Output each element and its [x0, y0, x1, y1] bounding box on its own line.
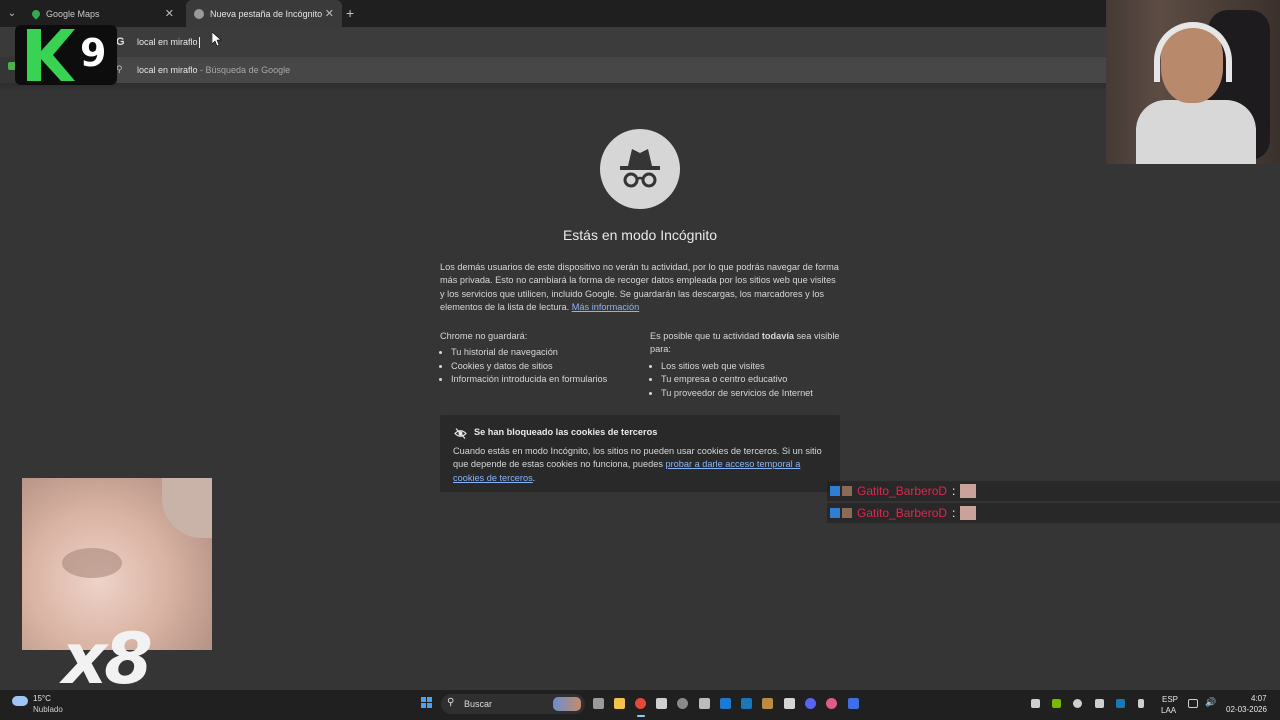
- clock-time[interactable]: 4:07: [1251, 694, 1267, 703]
- emote-icon: [960, 506, 977, 520]
- stream-logo: 9: [15, 25, 117, 85]
- game-icon[interactable]: [762, 698, 773, 709]
- language-indicator[interactable]: ESP: [1162, 695, 1178, 704]
- chat-username: Gatito_BarberoD: [857, 506, 948, 520]
- address-input[interactable]: local en miraflo: [137, 37, 200, 49]
- volume-icon[interactable]: 🔊: [1205, 697, 1216, 708]
- emote-icon: [960, 484, 977, 498]
- cloud-icon[interactable]: [12, 696, 28, 706]
- nvidia-icon[interactable]: [1052, 699, 1061, 708]
- chrome-icon[interactable]: [635, 698, 646, 709]
- list-item: Información introducida en formularios: [451, 373, 640, 386]
- steam-icon[interactable]: [741, 698, 752, 709]
- sub-badge-icon: [842, 508, 852, 518]
- list-item: Tu historial de navegación: [451, 346, 640, 359]
- microphone-icon[interactable]: [1138, 699, 1144, 708]
- not-saved-section: Chrome no guardará: Tu historial de nave…: [440, 330, 640, 387]
- weather-condition[interactable]: Nublado: [33, 705, 63, 714]
- maps-pin-icon: [30, 7, 42, 20]
- tab-incognito[interactable]: Nueva pestaña de Incógnito ✕: [186, 0, 342, 27]
- discord-icon[interactable]: [805, 698, 816, 709]
- prime-badge-icon: [830, 508, 840, 518]
- app-icon[interactable]: [848, 698, 859, 709]
- edge-icon[interactable]: [720, 698, 731, 709]
- tray-app-icon[interactable]: [1031, 699, 1040, 708]
- tab-google-maps[interactable]: Google Maps ✕: [24, 0, 182, 27]
- sub-badge-icon: [842, 486, 852, 496]
- kick-icon[interactable]: [784, 698, 795, 709]
- chat-message: Gatito_BarberoD :: [827, 503, 1280, 523]
- tray-app-icon[interactable]: [1095, 699, 1104, 708]
- k-logo-icon: [27, 29, 75, 81]
- cookie-title: Se han bloqueado las cookies de terceros: [474, 427, 658, 437]
- list-item: Cookies y datos de sitios: [451, 360, 640, 373]
- close-tab-icon[interactable]: ✕: [165, 7, 174, 20]
- close-tab-icon[interactable]: ✕: [325, 7, 334, 20]
- list-item: Los sitios web que visites: [661, 360, 845, 373]
- incognito-icon: [194, 8, 204, 19]
- taskbar-search-label[interactable]: Buscar: [464, 699, 492, 709]
- list-item: Tu empresa o centro educativo: [661, 373, 845, 386]
- suggestion-text[interactable]: local en miraflo - Búsqueda de Google: [137, 65, 290, 75]
- chat-username: Gatito_BarberoD: [857, 484, 948, 498]
- app-icon[interactable]: [656, 698, 667, 709]
- new-tab-button[interactable]: +: [346, 5, 354, 21]
- eye-off-icon: [454, 426, 467, 444]
- not-saved-heading: Chrome no guardará:: [440, 331, 528, 341]
- google-g-icon: G: [116, 36, 125, 48]
- terminal-icon[interactable]: [699, 698, 710, 709]
- tab-title: Nueva pestaña de Incógnito: [210, 8, 323, 19]
- search-highlight-image: [553, 697, 581, 711]
- incognito-icon: [600, 129, 680, 209]
- tab-strip: ⌄ Google Maps ✕ Nueva pestaña de Incógni…: [0, 0, 1280, 27]
- task-view-icon[interactable]: [593, 698, 604, 709]
- tab-search-button[interactable]: ⌄: [4, 5, 20, 21]
- list-item: Tu proveedor de servicios de Internet: [661, 387, 845, 400]
- start-button[interactable]: [421, 697, 433, 709]
- logo-number: 9: [80, 31, 107, 75]
- app-icon[interactable]: [826, 698, 837, 709]
- webcam-feed: [1106, 0, 1280, 164]
- visible-to-heading: Es posible que tu actividad todavía sea …: [650, 331, 840, 355]
- steam-tray-icon[interactable]: [1116, 699, 1125, 708]
- page-title: Estás en modo Incógnito: [562, 227, 718, 243]
- multiplier-text: x8: [62, 618, 153, 700]
- prime-badge-icon: [830, 486, 840, 496]
- weather-temperature[interactable]: 15°C: [33, 694, 51, 703]
- search-icon: ⚲: [447, 697, 455, 708]
- chat-message: Gatito_BarberoD :: [827, 481, 1280, 501]
- network-icon[interactable]: [1188, 699, 1198, 708]
- dropdown-shadow: [0, 83, 1106, 91]
- openai-icon[interactable]: [677, 698, 688, 709]
- tab-title: Google Maps: [46, 8, 100, 19]
- cookie-body: Cuando estás en modo Incógnito, los siti…: [453, 446, 822, 483]
- visible-to-section: Es posible que tu actividad todavía sea …: [650, 330, 845, 400]
- clock-date[interactable]: 02-03-2026: [1226, 705, 1267, 714]
- mouse-cursor-icon: [212, 32, 222, 46]
- active-app-indicator: [637, 715, 645, 717]
- address-bar[interactable]: [108, 28, 1106, 56]
- intro-text: Los demás usuarios de este dispositivo n…: [440, 262, 839, 313]
- more-info-link[interactable]: Más información: [572, 302, 639, 312]
- keyboard-layout[interactable]: LAA: [1161, 706, 1176, 715]
- tray-app-icon[interactable]: [1073, 699, 1082, 708]
- file-explorer-icon[interactable]: [614, 698, 625, 709]
